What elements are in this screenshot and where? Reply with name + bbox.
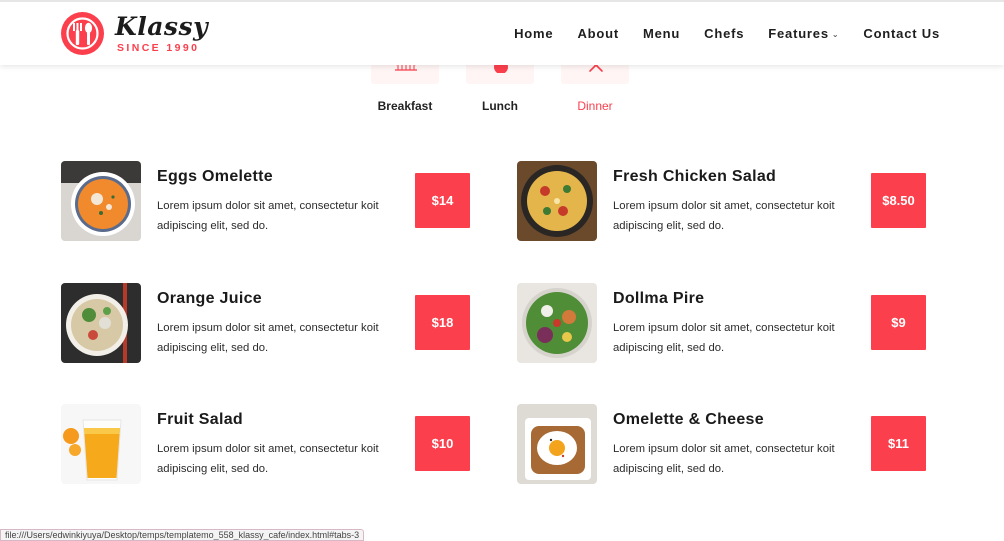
tab-breakfast-label: Breakfast	[377, 99, 433, 113]
nav-home[interactable]: Home	[514, 26, 553, 41]
item-title: Eggs Omelette	[157, 168, 273, 185]
status-bar-url: file:///Users/edwinkiyuya/Desktop/temps/…	[0, 529, 365, 541]
item-title: Fresh Chicken Salad	[613, 168, 777, 185]
item-title: Omelette & Cheese	[613, 411, 764, 428]
item-description: Lorem ipsum dolor sit amet, consectetur …	[157, 322, 379, 354]
nav-menu[interactable]: Menu	[643, 26, 680, 41]
item-title: Orange Juice	[157, 290, 262, 307]
item-description: Lorem ipsum dolor sit amet, consectetur …	[157, 443, 379, 475]
brand-logo[interactable]: Klassy SINCE 1990	[60, 11, 210, 57]
site-header: Klassy SINCE 1990 Home About Menu Chefs …	[0, 0, 1004, 65]
nav-contact-us[interactable]: Contact Us	[863, 26, 940, 41]
price-badge[interactable]: $8.50	[871, 173, 926, 228]
noodle-bowl-image	[61, 283, 141, 363]
price-badge[interactable]: $10	[415, 416, 470, 471]
item-description: Lorem ipsum dolor sit amet, consectetur …	[613, 200, 835, 232]
brand-tagline: SINCE 1990	[117, 42, 200, 54]
pumpkin-soup-image	[61, 161, 141, 241]
menu-item: Omelette & Cheese Lorem ipsum dolor sit …	[517, 404, 937, 486]
price-badge[interactable]: $18	[415, 295, 470, 350]
tab-lunch-label: Lunch	[482, 99, 518, 113]
item-title: Dollma Pire	[613, 290, 705, 307]
item-description: Lorem ipsum dolor sit amet, consectetur …	[613, 322, 835, 354]
menu-item: Dollma Pire Lorem ipsum dolor sit amet, …	[517, 283, 937, 365]
orange-juice-image	[61, 404, 141, 484]
price-badge[interactable]: $9	[871, 295, 926, 350]
salad-bowl-image	[517, 283, 597, 363]
tab-dinner-label: Dinner	[577, 99, 613, 113]
nav-chefs[interactable]: Chefs	[704, 26, 744, 41]
nav-features[interactable]: Features ⌄	[768, 26, 839, 41]
egg-toast-image	[517, 404, 597, 484]
item-title: Fruit Salad	[157, 411, 243, 428]
price-badge[interactable]: $11	[871, 416, 926, 471]
main-nav: Home About Menu Chefs Features ⌄ Contact …	[490, 2, 940, 65]
menu-item: Fresh Chicken Salad Lorem ipsum dolor si…	[517, 161, 937, 243]
price-badge[interactable]: $14	[415, 173, 470, 228]
menu-item: Eggs Omelette Lorem ipsum dolor sit amet…	[61, 161, 481, 243]
fork-spoon-logo-icon	[61, 12, 104, 55]
chevron-down-icon: ⌄	[831, 30, 840, 39]
menu-item: Fruit Salad Lorem ipsum dolor sit amet, …	[61, 404, 481, 486]
menu-item: Orange Juice Lorem ipsum dolor sit amet,…	[61, 283, 481, 365]
item-description: Lorem ipsum dolor sit amet, consectetur …	[157, 200, 379, 232]
skillet-pasta-image	[517, 161, 597, 241]
nav-about[interactable]: About	[577, 26, 619, 41]
item-description: Lorem ipsum dolor sit amet, consectetur …	[613, 443, 835, 475]
brand-name: Klassy	[115, 12, 209, 41]
